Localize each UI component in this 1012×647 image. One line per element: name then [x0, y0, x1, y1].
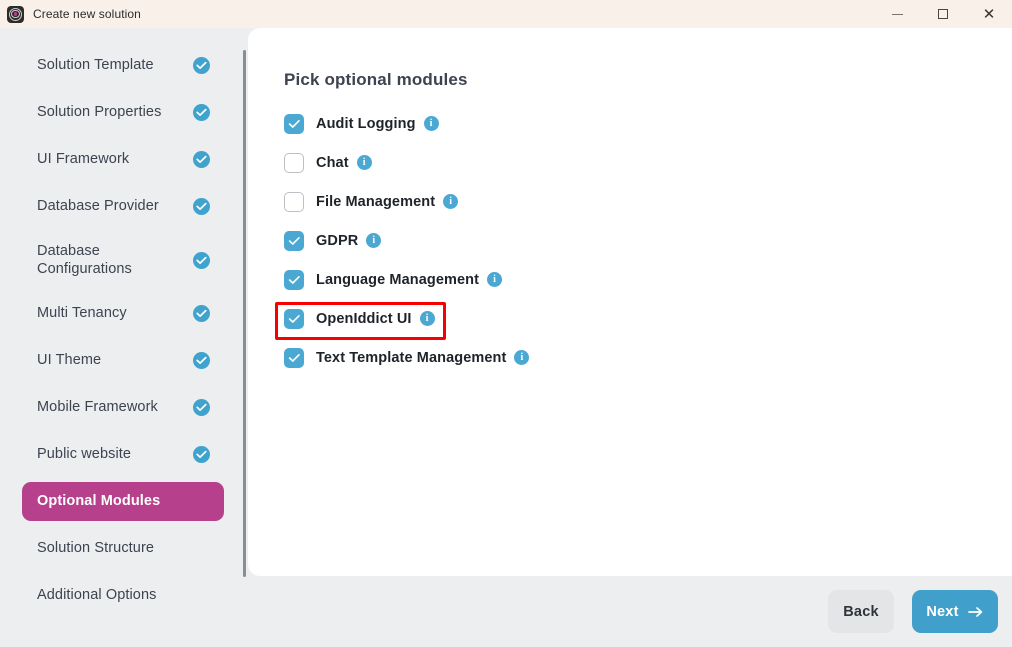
- back-button[interactable]: Back: [828, 590, 894, 633]
- maximize-button[interactable]: [920, 0, 966, 28]
- sidebar-item-solution-structure[interactable]: Solution Structure: [22, 529, 224, 568]
- checkmark-icon: [288, 236, 301, 246]
- sidebar-item-label: Additional Options: [37, 586, 210, 604]
- module-row-language-management[interactable]: Language Management i: [284, 266, 984, 293]
- sidebar-item-label: Mobile Framework: [37, 398, 185, 416]
- info-icon[interactable]: i: [420, 311, 435, 326]
- step-completed-check-icon: [193, 104, 210, 121]
- info-icon[interactable]: i: [357, 155, 372, 170]
- module-label: File Management: [316, 194, 435, 210]
- window-title: Create new solution: [33, 7, 141, 21]
- step-completed-check-icon: [193, 305, 210, 322]
- module-label: GDPR: [316, 233, 358, 249]
- next-button[interactable]: Next: [912, 590, 998, 633]
- optional-modules-list: Audit LoggingiChatiFile ManagementiGDPRi…: [284, 110, 984, 383]
- checkbox-language-management[interactable]: [284, 270, 304, 290]
- sidebar-item-ui-theme[interactable]: UI Theme: [22, 341, 224, 380]
- checkmark-icon: [288, 353, 301, 363]
- sidebar-item-public-website[interactable]: Public website: [22, 435, 224, 474]
- checkbox-file-management[interactable]: [284, 192, 304, 212]
- sidebar-item-label: Optional Modules: [37, 492, 210, 510]
- sidebar-item-label: Solution Structure: [37, 539, 210, 557]
- wizard-footer: Back Next: [248, 576, 1012, 647]
- info-icon[interactable]: i: [443, 194, 458, 209]
- checkmark-icon: [288, 314, 301, 324]
- step-completed-check-icon: [193, 399, 210, 416]
- create-new-solution-window: Create new solution ✕ Solution TemplateS…: [0, 0, 1012, 647]
- checkbox-chat[interactable]: [284, 153, 304, 173]
- sidebar-item-label: Solution Properties: [37, 103, 185, 121]
- module-label: Chat: [316, 155, 349, 171]
- sidebar-item-optional-modules[interactable]: Optional Modules: [22, 482, 224, 521]
- module-row-text-template-management[interactable]: Text Template Management i: [284, 344, 984, 371]
- sidebar-item-label: Database Provider: [37, 197, 185, 215]
- wizard-step-sidebar: Solution Template Solution Properties UI F…: [0, 28, 244, 647]
- abp-logo-icon: [7, 6, 24, 23]
- step-completed-check-icon: [193, 57, 210, 74]
- minimize-button[interactable]: [874, 0, 920, 28]
- checkbox-text-template-management[interactable]: [284, 348, 304, 368]
- info-icon[interactable]: i: [366, 233, 381, 248]
- step-completed-check-icon: [193, 352, 210, 369]
- sidebar-item-multi-tenancy[interactable]: Multi Tenancy: [22, 294, 224, 333]
- page-title: Pick optional modules: [284, 70, 468, 90]
- module-row-audit-logging[interactable]: Audit Logging i: [284, 110, 984, 137]
- sidebar-item-database-provider[interactable]: Database Provider: [22, 187, 224, 226]
- module-label: Text Template Management: [316, 350, 506, 366]
- step-completed-check-icon: [193, 252, 210, 269]
- sidebar-item-database-configurations[interactable]: Database Configurations: [22, 234, 224, 286]
- close-button[interactable]: ✕: [966, 0, 1012, 28]
- window-controls: ✕: [874, 0, 1012, 28]
- module-row-gdpr[interactable]: GDPR i: [284, 227, 984, 254]
- sidebar-item-label: Public website: [37, 445, 185, 463]
- module-row-file-management[interactable]: File Management i: [284, 188, 984, 215]
- sidebar-scrollbar[interactable]: [243, 50, 246, 577]
- checkbox-gdpr[interactable]: [284, 231, 304, 251]
- title-bar: Create new solution ✕: [0, 0, 1012, 28]
- module-row-chat[interactable]: Chati: [284, 149, 984, 176]
- info-icon[interactable]: i: [514, 350, 529, 365]
- sidebar-item-label: Multi Tenancy: [37, 304, 185, 322]
- sidebar-item-solution-template[interactable]: Solution Template: [22, 46, 224, 85]
- checkbox-audit-logging[interactable]: [284, 114, 304, 134]
- module-label: Language Management: [316, 272, 479, 288]
- sidebar-item-additional-options[interactable]: Additional Options: [22, 576, 224, 615]
- sidebar-item-label: Solution Template: [37, 56, 185, 74]
- minimize-icon: [892, 14, 903, 15]
- next-button-label: Next: [926, 604, 958, 620]
- sidebar-item-label: UI Framework: [37, 150, 185, 168]
- sidebar-item-label: Database Configurations: [37, 242, 185, 278]
- step-completed-check-icon: [193, 151, 210, 168]
- module-label: Audit Logging: [316, 116, 416, 132]
- maximize-icon: [938, 9, 948, 19]
- content-panel: Pick optional modules Audit LoggingiChat…: [248, 28, 1012, 576]
- sidebar-item-label: UI Theme: [37, 351, 185, 369]
- checkmark-icon: [288, 275, 301, 285]
- info-icon[interactable]: i: [424, 116, 439, 131]
- checkmark-icon: [288, 119, 301, 129]
- step-completed-check-icon: [193, 446, 210, 463]
- module-row-openiddict-ui[interactable]: OpenIddict UI i: [284, 305, 984, 332]
- sidebar-item-solution-properties[interactable]: Solution Properties: [22, 93, 224, 132]
- module-label: OpenIddict UI: [316, 311, 412, 327]
- info-icon[interactable]: i: [487, 272, 502, 287]
- checkbox-openiddict-ui[interactable]: [284, 309, 304, 329]
- arrow-right-icon: [968, 606, 984, 618]
- step-completed-check-icon: [193, 198, 210, 215]
- close-icon: ✕: [983, 7, 996, 22]
- sidebar-item-mobile-framework[interactable]: Mobile Framework: [22, 388, 224, 427]
- sidebar-item-ui-framework[interactable]: UI Framework: [22, 140, 224, 179]
